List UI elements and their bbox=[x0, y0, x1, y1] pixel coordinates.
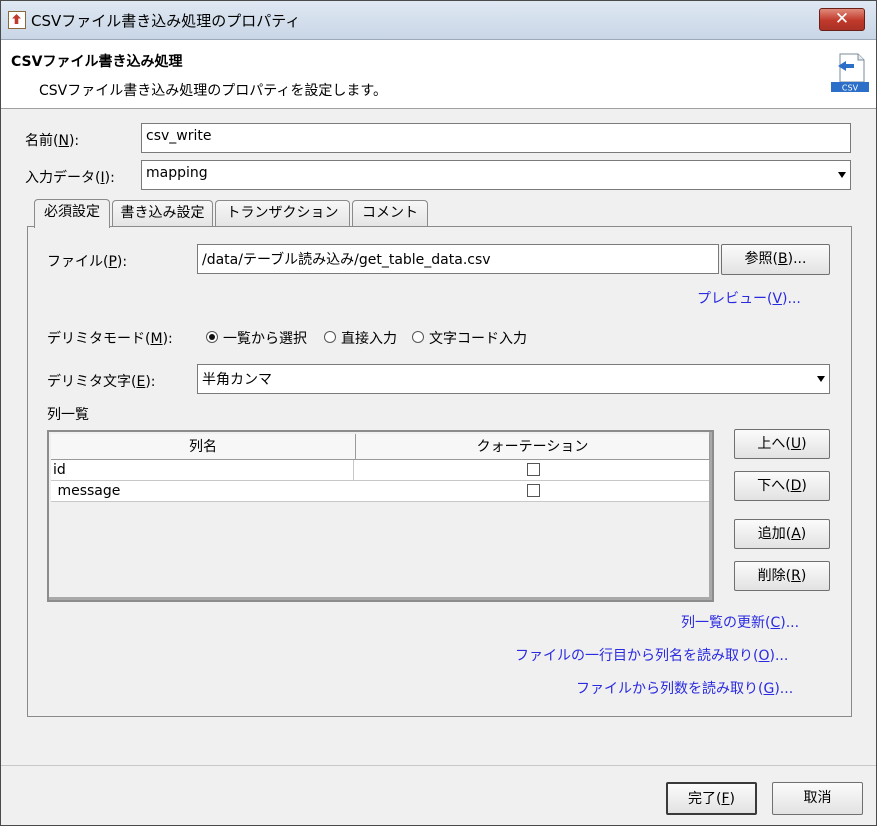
radio-char-code-input[interactable] bbox=[412, 331, 424, 343]
radio-select-from-list[interactable] bbox=[206, 331, 218, 343]
table-row[interactable]: message bbox=[51, 481, 709, 502]
read-column-names-link[interactable]: ファイルの一行目から列名を読み取り(O)... bbox=[515, 645, 788, 665]
input-data-select[interactable]: mapping bbox=[141, 160, 851, 190]
title-bar[interactable]: CSVファイル書き込み処理のプロパティ ✕ bbox=[1, 1, 876, 40]
name-input[interactable]: csv_write bbox=[141, 123, 851, 153]
quotation-checkbox[interactable] bbox=[527, 484, 540, 497]
radio-direct-input-label[interactable]: 直接入力 bbox=[341, 328, 397, 348]
close-button[interactable]: ✕ bbox=[819, 8, 865, 31]
file-label: ファイル(P): bbox=[47, 254, 128, 270]
refresh-column-list-link[interactable]: 列一覧の更新(C)... bbox=[681, 612, 799, 632]
dropdown-arrow-icon bbox=[817, 376, 825, 382]
csv-icon-label: CSV bbox=[842, 84, 859, 93]
tab-write-settings[interactable]: 書き込み設定 bbox=[112, 200, 213, 227]
csv-file-icon: CSV bbox=[831, 53, 869, 93]
preview-link[interactable]: プレビュー(V)... bbox=[697, 288, 801, 308]
delete-button[interactable]: 削除(R) bbox=[734, 561, 830, 591]
delimiter-char-label: デリミタ文字(E): bbox=[47, 374, 156, 390]
footer-divider bbox=[1, 765, 876, 766]
app-icon bbox=[8, 11, 26, 29]
column-table: 列名 クォーテーション id message bbox=[47, 430, 714, 602]
input-data-value: mapping bbox=[146, 165, 208, 181]
input-data-label: 入力データ(I): bbox=[25, 170, 115, 186]
add-button[interactable]: 追加(A) bbox=[734, 519, 830, 549]
move-down-button[interactable]: 下へ(D) bbox=[734, 471, 830, 501]
dropdown-arrow-icon bbox=[838, 172, 846, 178]
read-column-count-link[interactable]: ファイルから列数を読み取り(G)... bbox=[576, 678, 793, 698]
file-path-input[interactable]: /data/テーブル読み込み/get_table_data.csv bbox=[197, 244, 719, 274]
window-title: CSVファイル書き込み処理のプロパティ bbox=[31, 12, 301, 30]
radio-direct-input[interactable] bbox=[324, 331, 336, 343]
properties-dialog: CSVファイル書き込み処理のプロパティ ✕ CSVファイル書き込み処理 CSVフ… bbox=[0, 0, 877, 826]
column-list-label: 列一覧 bbox=[47, 407, 89, 423]
delimiter-char-select[interactable]: 半角カンマ bbox=[197, 364, 830, 394]
column-header-name[interactable]: 列名 bbox=[51, 434, 356, 460]
tab-transaction[interactable]: トランザクション bbox=[215, 200, 350, 227]
tab-required-settings[interactable]: 必須設定 bbox=[34, 199, 110, 228]
cancel-button[interactable]: 取消 bbox=[772, 782, 863, 815]
tab-comment[interactable]: コメント bbox=[352, 200, 428, 227]
table-row[interactable]: id bbox=[51, 460, 709, 481]
row-column-name[interactable]: message bbox=[53, 481, 353, 501]
move-up-button[interactable]: 上へ(U) bbox=[734, 429, 830, 459]
header-description: CSVファイル書き込み処理のプロパティを設定します。 bbox=[39, 83, 387, 99]
radio-char-code-input-label[interactable]: 文字コード入力 bbox=[429, 328, 527, 348]
radio-select-from-list-label[interactable]: 一覧から選択 bbox=[223, 328, 307, 348]
name-label: 名前(N): bbox=[25, 133, 80, 149]
finish-button[interactable]: 完了(F) bbox=[666, 782, 757, 815]
delimiter-mode-label: デリミタモード(M): bbox=[47, 331, 173, 347]
quotation-checkbox[interactable] bbox=[527, 463, 540, 476]
header-panel: CSVファイル書き込み処理 CSVファイル書き込み処理のプロパティを設定します。… bbox=[1, 40, 876, 109]
row-column-name[interactable]: id bbox=[53, 460, 354, 480]
delimiter-char-value: 半角カンマ bbox=[202, 372, 272, 388]
column-header-quotation[interactable]: クォーテーション bbox=[356, 434, 710, 460]
browse-button[interactable]: 参照(B)... bbox=[721, 244, 830, 275]
header-title: CSVファイル書き込み処理 bbox=[11, 54, 183, 70]
